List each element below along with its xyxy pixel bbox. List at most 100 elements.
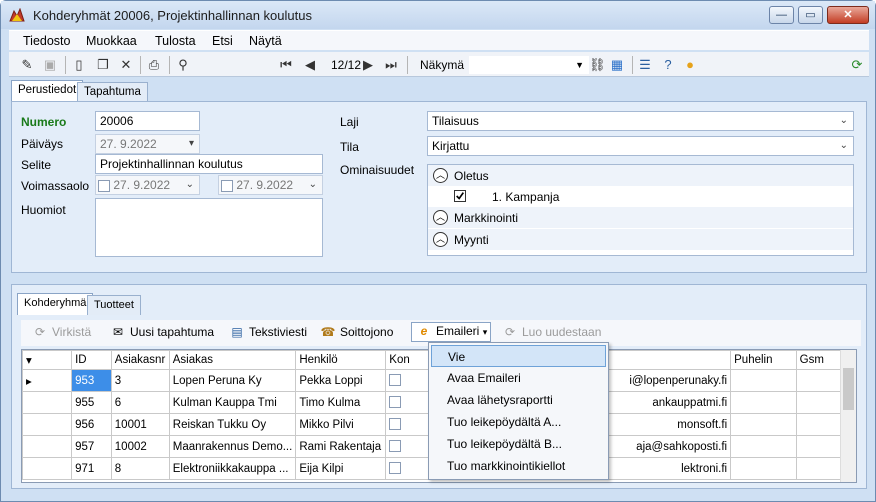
current-row-indicator: ▸ (22, 369, 73, 392)
edit-icon[interactable]: ✎ (19, 57, 35, 73)
chevron-down-icon[interactable]: ⌄ (840, 139, 848, 153)
header-puhelin[interactable]: Puhelin (730, 350, 797, 370)
group-markkinointi[interactable]: ︿ Markkinointi (428, 207, 853, 228)
collapse-icon[interactable]: ︿ (433, 210, 448, 225)
laji-value: Tilaisuus (432, 114, 479, 128)
menubar: Tiedosto Muokkaa Tulosta Etsi Näytä (9, 30, 869, 50)
collapse-icon[interactable]: ︿ (433, 168, 448, 183)
voimassaolo-from-field[interactable]: 27. 9.2022 ⌄ (95, 175, 200, 195)
calculator-icon[interactable]: ▦ (609, 57, 625, 73)
tab-perustiedot[interactable]: Perustiedot (11, 80, 84, 102)
record-counter: 12/12 (331, 58, 362, 72)
new-event-icon: ✉ (112, 325, 124, 339)
header-id[interactable]: ID (71, 350, 112, 370)
laji-label: Laji (340, 115, 359, 129)
row-checkbox[interactable] (389, 374, 402, 387)
main-toolbar: ✎ ▣ ▯ ❐ ✕ ⎙ ⚲ ⏮ ◀ 12/12 ▶ ⏭ Näkymä ▼ ⛓ ▦… (9, 52, 869, 77)
kampanja-label: 1. Kampanja (492, 190, 560, 204)
first-record-icon[interactable]: ⏮ (278, 57, 294, 73)
save-icon[interactable]: ▣ (42, 57, 58, 73)
paivays-value: 27. 9.2022 (100, 137, 157, 151)
huomiot-label: Huomiot (21, 203, 66, 217)
chevron-down-icon[interactable]: ⌄ (840, 114, 848, 128)
list-icon[interactable]: ☰ (637, 57, 653, 73)
paivays-label: Päiväys (21, 137, 64, 151)
menu-etsi[interactable]: Etsi (212, 34, 233, 48)
numero-field[interactable]: 20006 (95, 111, 200, 131)
list-item[interactable]: 1. Kampanja (454, 187, 754, 207)
new-document-icon[interactable]: ▯ (71, 57, 87, 73)
menu-item-tuo-markkinointikiellot[interactable]: Tuo markkinointikiellot (431, 455, 606, 477)
selite-field[interactable]: Projektinhallinnan koulutus (95, 154, 323, 174)
paivays-field[interactable]: 27. 9.2022 ▾ (95, 134, 200, 154)
grid-scrollbar[interactable] (840, 350, 856, 482)
collapse-icon[interactable]: ︿ (433, 232, 448, 247)
tab-kohderyhma[interactable]: Kohderyhmä (17, 293, 94, 315)
emaileri-button[interactable]: e Emaileri ▾ (411, 322, 492, 342)
view-label: Näkymä (420, 58, 465, 72)
menu-item-vie[interactable]: Vie (431, 345, 606, 367)
voimassaolo-to-field[interactable]: 27. 9.2022 ⌄ (218, 175, 323, 195)
maximize-button[interactable]: ▭ (798, 6, 823, 24)
header-asiakasnr[interactable]: Asiakasnr (110, 350, 170, 370)
row-checkbox[interactable] (389, 418, 402, 431)
voimassaolo-to-value: 27. 9.2022 (236, 178, 294, 192)
app-icon (9, 8, 25, 22)
laji-select[interactable]: Tilaisuus ⌄ (427, 111, 854, 131)
row-selector-header[interactable]: ▾ (22, 350, 73, 370)
help-icon[interactable]: ? (660, 57, 676, 73)
menu-muokkaa[interactable]: Muokkaa (86, 34, 137, 48)
phone-icon: ☎ (320, 325, 336, 339)
recreate-icon: ⟳ (504, 325, 516, 339)
row-checkbox[interactable] (389, 440, 402, 453)
huomiot-field[interactable] (95, 198, 323, 257)
virkista-button[interactable]: ⟳ Virkistä (31, 325, 91, 341)
group-myynti[interactable]: ︿ Myynti (428, 229, 853, 250)
voimassaolo-to-checkbox[interactable] (221, 179, 233, 192)
header-henkilo[interactable]: Henkilö (295, 350, 387, 370)
previous-record-icon[interactable]: ◀ (302, 57, 318, 73)
copy-icon[interactable]: ❐ (95, 57, 111, 73)
calendar-icon[interactable]: ▾ (189, 137, 194, 151)
view-dropdown[interactable]: ▼ (469, 56, 589, 74)
chevron-down-icon[interactable]: ⌄ (186, 178, 194, 192)
group-oletus[interactable]: ︿ Oletus (428, 165, 853, 186)
window-title: Kohderyhmät 20006, Projektinhallinnan ko… (33, 8, 312, 23)
menu-tiedosto[interactable]: Tiedosto (23, 34, 70, 48)
menu-item-avaa-emaileri[interactable]: Avaa Emaileri (431, 367, 606, 389)
titlebar: Kohderyhmät 20006, Projektinhallinnan ko… (1, 1, 875, 29)
close-button[interactable]: ✕ (827, 6, 869, 24)
menu-item-tuo-leikepoydalta-b[interactable]: Tuo leikepöydältä B... (431, 433, 606, 455)
tab-tuotteet[interactable]: Tuotteet (87, 295, 141, 315)
print-icon[interactable]: ⎙ (146, 57, 162, 73)
voimassaolo-from-checkbox[interactable] (98, 179, 110, 192)
lightbulb-icon[interactable]: ● (682, 57, 698, 73)
menu-tulosta[interactable]: Tulosta (155, 34, 196, 48)
soittojono-button[interactable]: ☎ Soittojono (319, 325, 394, 341)
header-asiakas[interactable]: Asiakas (168, 350, 297, 370)
tekstiviesti-button[interactable]: ▤ Tekstiviesti (228, 325, 307, 341)
minimize-button[interactable]: — (769, 6, 794, 24)
tila-select[interactable]: Kirjattu ⌄ (427, 136, 854, 156)
voimassaolo-from-value: 27. 9.2022 (113, 178, 171, 192)
kampanja-checkbox[interactable] (454, 190, 466, 202)
last-record-icon[interactable]: ⏭ (383, 57, 399, 73)
delete-icon[interactable]: ✕ (118, 57, 134, 73)
numero-label: Numero (21, 115, 67, 129)
voimassaolo-label: Voimassaolo (21, 179, 90, 193)
refresh-icon[interactable]: ⟳ (849, 57, 865, 73)
menu-item-tuo-leikepoydalta-a[interactable]: Tuo leikepöydältä A... (431, 411, 606, 433)
row-checkbox[interactable] (389, 462, 402, 475)
link-icon[interactable]: ⛓ (589, 57, 606, 73)
chevron-down-icon[interactable]: ⌄ (309, 178, 317, 192)
luo-uudestaan-button[interactable]: ⟳ Luo uudestaan (501, 325, 601, 341)
uusi-tapahtuma-button[interactable]: ✉ Uusi tapahtuma (109, 325, 214, 341)
menu-nayta[interactable]: Näytä (249, 34, 282, 48)
row-checkbox[interactable] (389, 396, 402, 409)
next-record-icon[interactable]: ▶ (360, 57, 376, 73)
scrollbar-thumb[interactable] (843, 368, 854, 410)
chevron-down-icon: ▾ (482, 327, 488, 338)
menu-item-avaa-lahetysraportti[interactable]: Avaa lähetysraportti (431, 389, 606, 411)
tab-tapahtuma[interactable]: Tapahtuma (77, 82, 148, 102)
binoculars-icon[interactable]: ⚲ (175, 57, 191, 73)
